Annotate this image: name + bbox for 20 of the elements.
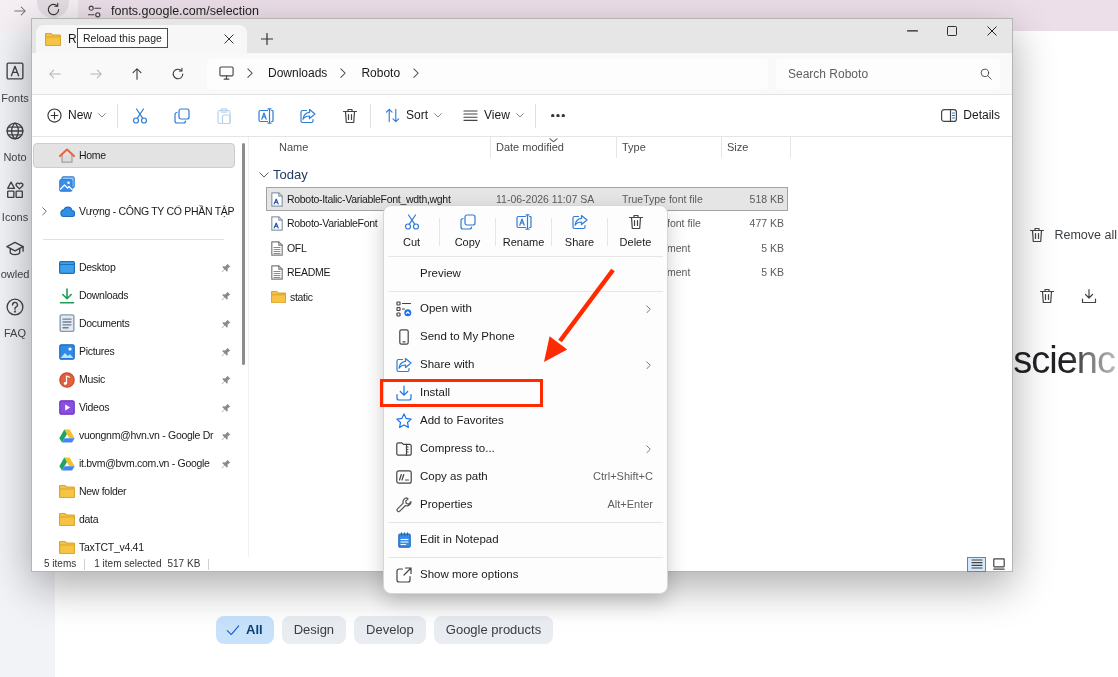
shortcut-text: Ctrl+Shift+C [593,470,653,484]
file-name: README [287,266,331,279]
file-name: static [290,290,313,304]
tooltip: Reload this page [77,28,168,48]
shortcut-text: Alt+Enter [607,498,653,512]
size-text: 5 KB [761,241,784,255]
file-name: Roboto-VariableFont [287,217,378,230]
size-text: 477 KB [749,217,784,230]
type-text: font file [667,217,701,230]
type-text: ment [667,241,691,255]
file-name: Roboto-Italic-VariableFont_wdth,wght [287,192,451,206]
status-text: 517 KB [167,558,201,570]
type-text: ment [667,266,691,279]
size-text: 5 KB [761,266,784,279]
type-text: TrueType font file [622,192,703,206]
status-text: 1 item selected [94,558,162,570]
size-text: 518 KB [749,192,784,206]
file-name: OFL [287,241,307,255]
date-text: 11-06-2026 11:07 SA [496,192,595,206]
status-text: 5 items [44,558,77,570]
